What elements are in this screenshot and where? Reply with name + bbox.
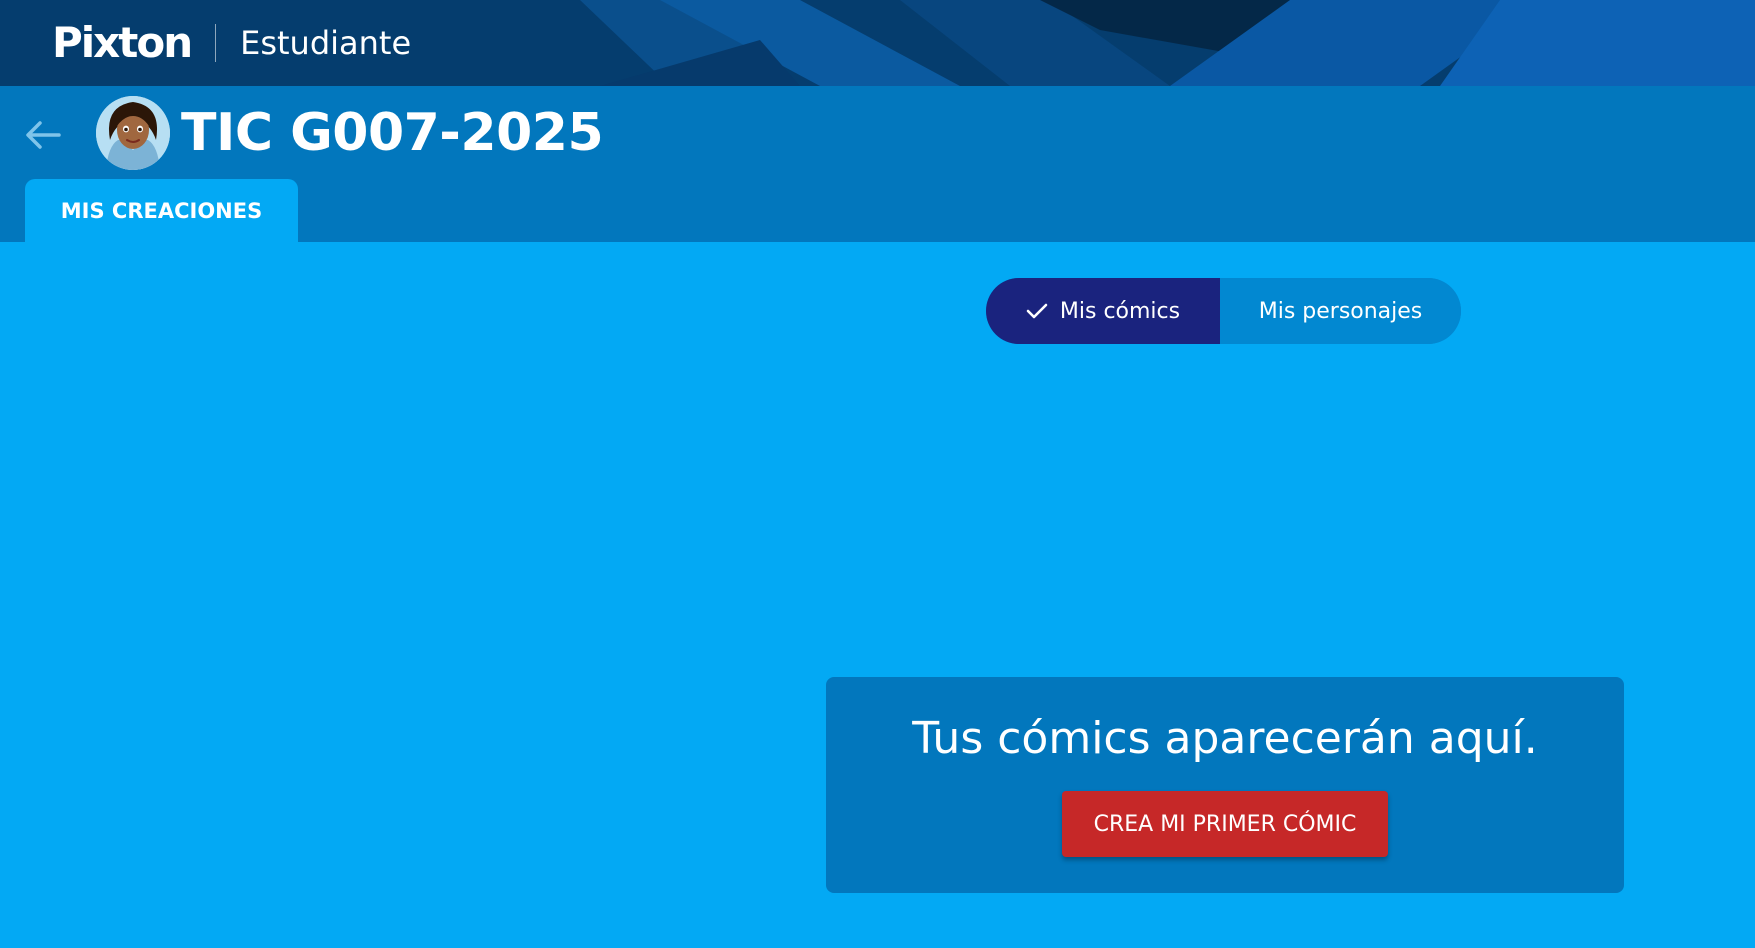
empty-state-message: Tus cómics aparecerán aquí. xyxy=(912,713,1538,764)
brand-divider xyxy=(215,24,217,62)
pixton-logo[interactable]: Pixton xyxy=(52,22,193,64)
class-header: TIC G007-2025 MIS CREACIONES xyxy=(0,86,1755,242)
class-title: TIC G007-2025 xyxy=(181,103,604,163)
avatar[interactable] xyxy=(96,96,170,170)
back-button[interactable] xyxy=(22,114,64,156)
create-first-comic-button[interactable]: CREA MI PRIMER CÓMIC xyxy=(1062,791,1388,857)
brand: Pixton Estudiante xyxy=(52,18,411,68)
user-role-label: Estudiante xyxy=(240,24,412,62)
empty-state-card: Tus cómics aparecerán aquí. CREA MI PRIM… xyxy=(826,677,1624,893)
creations-toggle: Mis cómics Mis personajes xyxy=(986,278,1461,344)
toggle-mis-comics-label: Mis cómics xyxy=(1059,298,1181,324)
toggle-mis-comics[interactable]: Mis cómics xyxy=(986,278,1220,344)
top-brand-bar: Pixton Estudiante xyxy=(0,0,1755,86)
check-icon xyxy=(1026,302,1048,320)
tab-mis-creaciones[interactable]: MIS CREACIONES xyxy=(25,179,298,242)
arrow-left-icon xyxy=(26,121,61,149)
toggle-mis-personajes[interactable]: Mis personajes xyxy=(1220,278,1461,344)
toggle-mis-personajes-label: Mis personajes xyxy=(1258,298,1423,324)
avatar-character-icon xyxy=(96,96,170,170)
